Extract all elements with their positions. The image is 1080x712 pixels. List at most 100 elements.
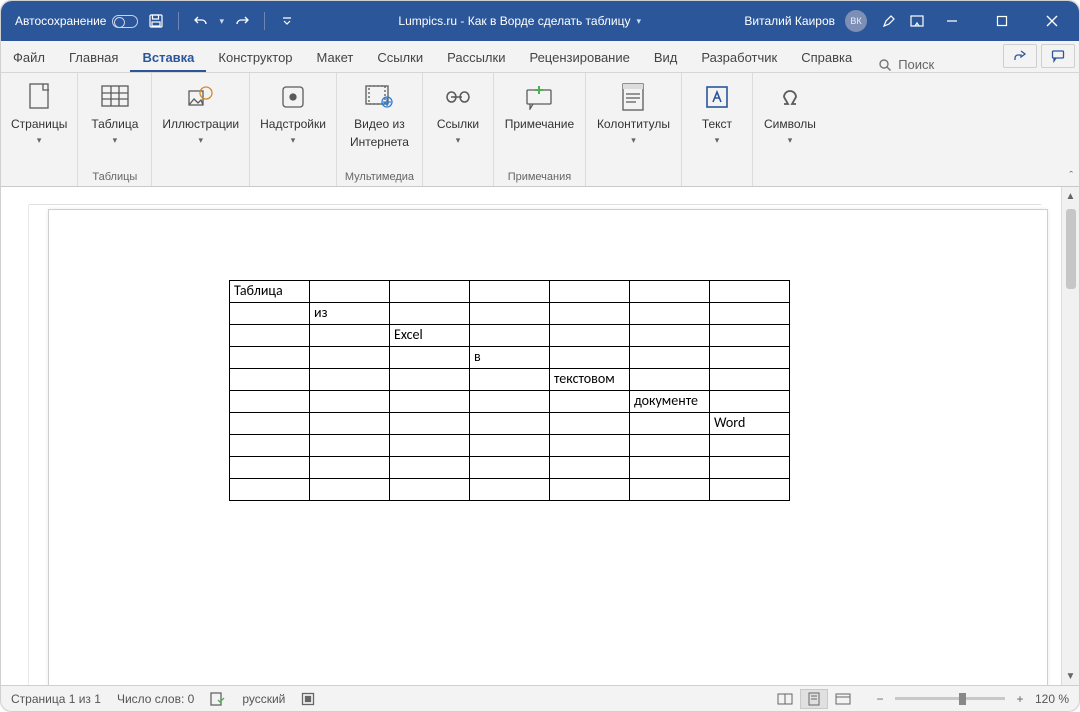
table-cell[interactable] — [630, 369, 710, 391]
table-cell[interactable] — [230, 347, 310, 369]
table-cell[interactable] — [310, 369, 390, 391]
table-row[interactable]: документе — [230, 391, 790, 413]
table-cell[interactable] — [470, 369, 550, 391]
spellcheck-icon[interactable] — [210, 692, 226, 706]
tab-insert[interactable]: Вставка — [130, 44, 206, 72]
close-button[interactable] — [1029, 1, 1075, 41]
table-button[interactable]: Таблица ▾ — [84, 77, 146, 150]
table-cell[interactable] — [630, 413, 710, 435]
table-cell[interactable] — [470, 413, 550, 435]
tab-design[interactable]: Конструктор — [206, 44, 304, 72]
tab-layout[interactable]: Макет — [305, 44, 366, 72]
table-cell[interactable] — [710, 479, 790, 501]
links-button[interactable]: Ссылки ▾ — [427, 77, 489, 150]
collapse-ribbon-icon[interactable]: ˆ — [1069, 170, 1073, 182]
table-row[interactable]: Excel — [230, 325, 790, 347]
undo-dropdown-icon[interactable]: ▾ — [219, 16, 224, 27]
avatar[interactable]: ВК — [845, 10, 867, 32]
table-cell[interactable] — [630, 303, 710, 325]
table-cell[interactable] — [310, 281, 390, 303]
zoom-slider[interactable]: − + 120 % — [873, 692, 1069, 706]
zoom-value[interactable]: 120 % — [1035, 692, 1069, 706]
table-cell[interactable] — [710, 347, 790, 369]
table-cell[interactable] — [710, 457, 790, 479]
table-cell[interactable] — [630, 347, 710, 369]
table-row[interactable] — [230, 457, 790, 479]
table-cell[interactable]: Таблица — [230, 281, 310, 303]
document-table[interactable]: ТаблицаизExcelвтекстовомдокументеWord — [229, 280, 790, 501]
table-row[interactable]: в — [230, 347, 790, 369]
comment-button[interactable]: Примечание — [499, 77, 580, 135]
table-cell[interactable] — [550, 413, 630, 435]
table-cell[interactable] — [630, 281, 710, 303]
table-cell[interactable] — [710, 325, 790, 347]
table-cell[interactable] — [230, 391, 310, 413]
web-layout-button[interactable] — [829, 689, 857, 709]
tab-developer[interactable]: Разработчик — [689, 44, 789, 72]
macro-icon[interactable] — [301, 692, 315, 706]
qat-customize-icon[interactable] — [279, 13, 295, 29]
zoom-in-icon[interactable]: + — [1013, 692, 1027, 706]
language-status[interactable]: русский — [242, 692, 285, 706]
table-cell[interactable]: Word — [710, 413, 790, 435]
table-row[interactable]: Таблица — [230, 281, 790, 303]
text-button[interactable]: Текст ▾ — [686, 77, 748, 150]
table-cell[interactable] — [630, 457, 710, 479]
addins-button[interactable]: Надстройки ▾ — [254, 77, 332, 150]
table-cell[interactable] — [470, 479, 550, 501]
table-cell[interactable] — [390, 281, 470, 303]
tab-home[interactable]: Главная — [57, 44, 130, 72]
table-cell[interactable] — [550, 347, 630, 369]
ribbon-options-icon[interactable] — [909, 13, 925, 29]
drawing-mode-icon[interactable] — [881, 13, 897, 29]
symbols-button[interactable]: Символы ▾ — [758, 77, 822, 150]
redo-icon[interactable] — [234, 13, 250, 29]
title-dropdown-icon[interactable]: ▾ — [637, 16, 642, 27]
table-cell[interactable]: документе — [630, 391, 710, 413]
table-cell[interactable] — [710, 391, 790, 413]
table-cell[interactable] — [550, 435, 630, 457]
table-cell[interactable] — [630, 435, 710, 457]
table-cell[interactable] — [310, 391, 390, 413]
minimize-button[interactable] — [929, 1, 975, 41]
table-cell[interactable]: из — [310, 303, 390, 325]
table-cell[interactable] — [230, 479, 310, 501]
table-row[interactable] — [230, 479, 790, 501]
table-cell[interactable] — [390, 347, 470, 369]
print-layout-button[interactable] — [800, 689, 828, 709]
illustrations-button[interactable]: Иллюстрации ▾ — [156, 77, 245, 150]
table-cell[interactable]: Excel — [390, 325, 470, 347]
ruler-vertical[interactable] — [1, 205, 29, 685]
table-cell[interactable] — [710, 369, 790, 391]
table-cell[interactable] — [230, 325, 310, 347]
table-cell[interactable] — [310, 413, 390, 435]
table-cell[interactable] — [390, 369, 470, 391]
autosave-toggle[interactable]: Автосохранение — [15, 14, 138, 28]
table-cell[interactable] — [390, 303, 470, 325]
table-cell[interactable] — [390, 435, 470, 457]
headerfooter-button[interactable]: Колонтитулы ▾ — [591, 77, 676, 150]
table-cell[interactable] — [230, 413, 310, 435]
save-icon[interactable] — [148, 13, 164, 29]
table-cell[interactable] — [470, 325, 550, 347]
tab-file[interactable]: Файл — [1, 44, 57, 72]
maximize-button[interactable] — [979, 1, 1025, 41]
pages-button[interactable]: Страницы ▾ — [5, 77, 73, 150]
search-box[interactable]: Поиск — [864, 57, 948, 72]
scroll-thumb[interactable] — [1066, 209, 1076, 289]
table-cell[interactable] — [390, 479, 470, 501]
table-cell[interactable] — [630, 479, 710, 501]
table-cell[interactable] — [470, 303, 550, 325]
table-cell[interactable] — [710, 303, 790, 325]
table-cell[interactable] — [310, 435, 390, 457]
table-cell[interactable] — [310, 325, 390, 347]
table-cell[interactable] — [550, 325, 630, 347]
table-cell[interactable] — [310, 457, 390, 479]
table-cell[interactable] — [390, 457, 470, 479]
tab-review[interactable]: Рецензирование — [517, 44, 641, 72]
table-cell[interactable] — [550, 303, 630, 325]
table-cell[interactable] — [470, 281, 550, 303]
table-row[interactable]: из — [230, 303, 790, 325]
table-row[interactable] — [230, 435, 790, 457]
table-cell[interactable] — [550, 391, 630, 413]
